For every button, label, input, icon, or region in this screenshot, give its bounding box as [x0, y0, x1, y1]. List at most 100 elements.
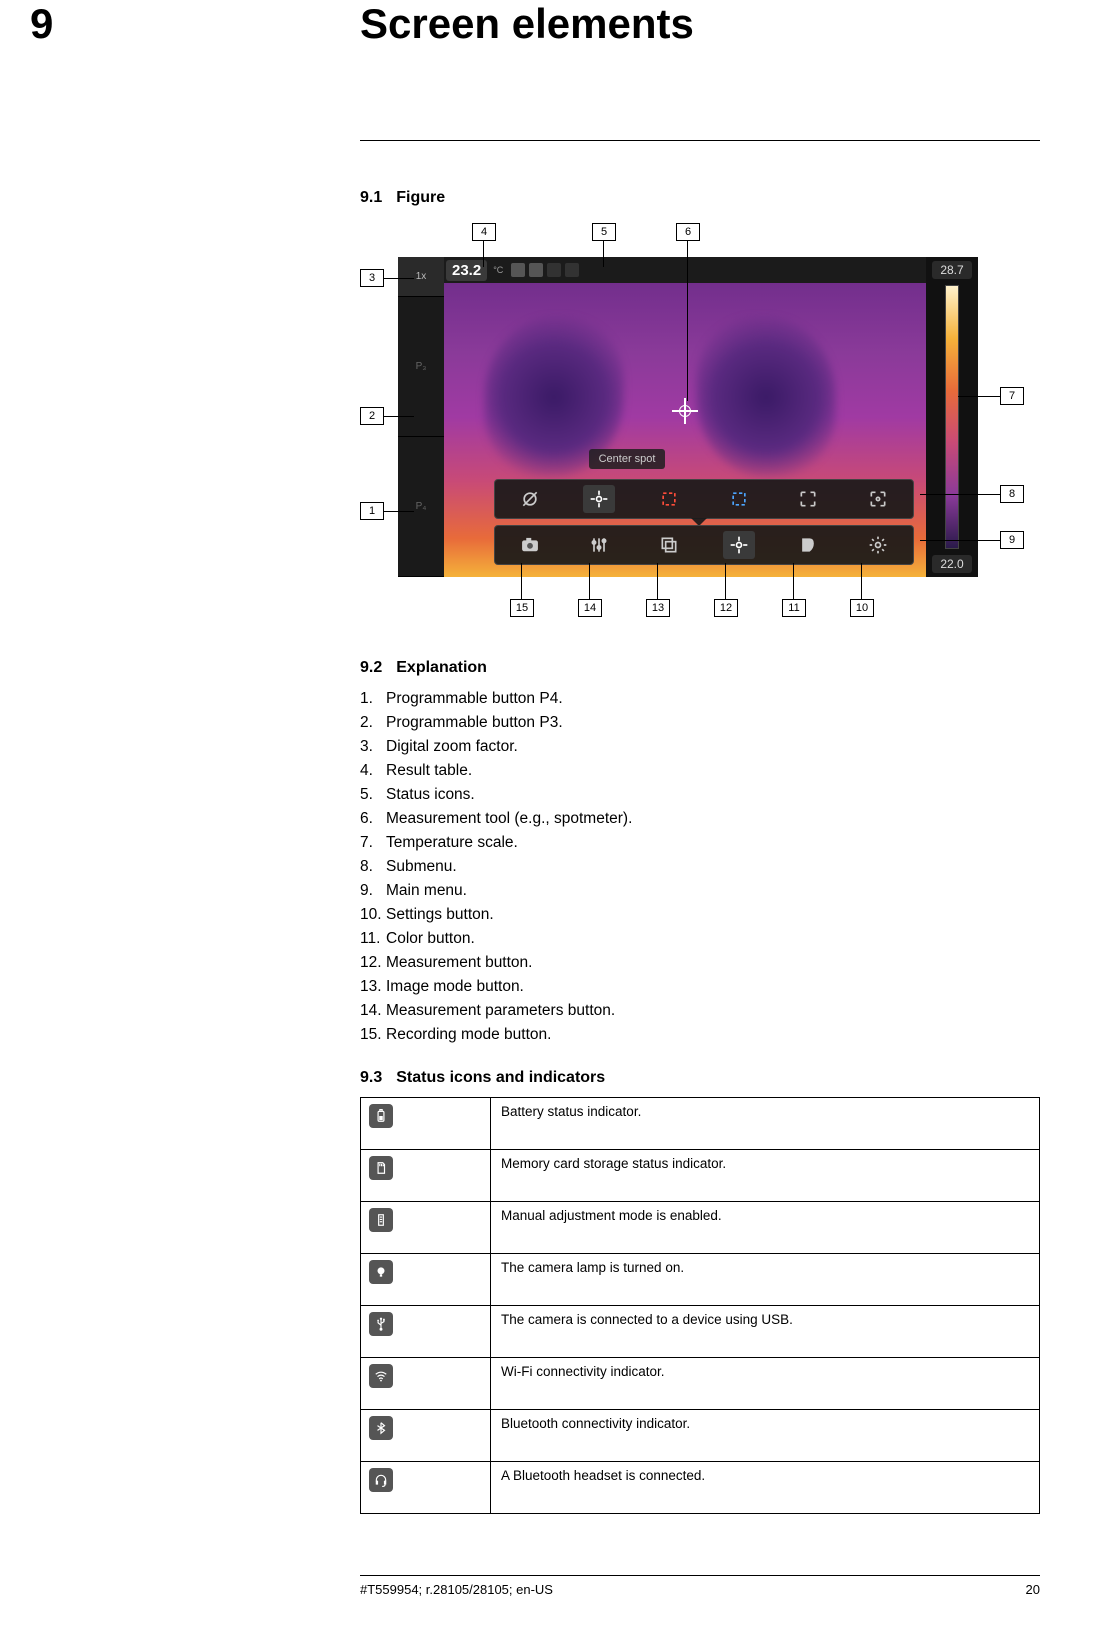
- callout-6: 6: [676, 223, 700, 241]
- bluetooth-icon: [369, 1416, 393, 1440]
- thermal-blob: [696, 317, 836, 477]
- color-button[interactable]: [792, 531, 824, 559]
- explanation-item: 14.Measurement parameters button.: [360, 999, 1040, 1023]
- explanation-item: 4.Result table.: [360, 759, 1040, 783]
- scale-gradient[interactable]: [945, 285, 959, 549]
- page-footer: #T559954; r.28105/28105; en-US 20: [360, 1575, 1040, 1597]
- measurement-button[interactable]: [723, 531, 755, 559]
- chapter-number: 9: [30, 0, 53, 48]
- callout-13: 13: [646, 599, 670, 617]
- icon-cell: [361, 1306, 491, 1358]
- explanation-item: 6.Measurement tool (e.g., spotmeter).: [360, 807, 1040, 831]
- wifi-icon: [369, 1364, 393, 1388]
- unit-label: °C: [489, 265, 507, 275]
- item-text: Programmable button P3.: [386, 711, 563, 735]
- description-cell: Wi-Fi connectivity indicator.: [491, 1358, 1040, 1410]
- hot-spot-icon[interactable]: [653, 485, 685, 513]
- callout-line: [384, 511, 414, 512]
- thermal-image: 23.2 °C Center spot: [444, 257, 926, 577]
- section-num: 9.3: [360, 1069, 382, 1086]
- description-cell: Battery status indicator.: [491, 1098, 1040, 1150]
- section-title: Figure: [396, 189, 445, 206]
- left-strip: 1x P₃ P₄: [398, 257, 444, 577]
- explanation-item: 8.Submenu.: [360, 855, 1040, 879]
- rule-top: [360, 140, 1040, 141]
- callout-line: [920, 494, 1000, 495]
- p4-button[interactable]: P₄: [398, 437, 444, 577]
- item-number: 9.: [360, 879, 386, 903]
- callout-line: [958, 396, 1000, 397]
- item-number: 5.: [360, 783, 386, 807]
- sdcard-icon: [529, 263, 543, 277]
- explanation-item: 15.Recording mode button.: [360, 1023, 1040, 1047]
- explanation-item: 12.Measurement button.: [360, 951, 1040, 975]
- callout-2: 2: [360, 407, 384, 425]
- footer-docid: #T559954; r.28105/28105; en-US: [360, 1582, 553, 1597]
- item-number: 6.: [360, 807, 386, 831]
- description-cell: The camera lamp is turned on.: [491, 1254, 1040, 1306]
- callout-11: 11: [782, 599, 806, 617]
- table-row: A Bluetooth headset is connected.: [361, 1462, 1040, 1514]
- icon-cell: [361, 1462, 491, 1514]
- section-num: 9.1: [360, 189, 382, 206]
- table-row: Battery status indicator.: [361, 1098, 1040, 1150]
- item-text: Measurement button.: [386, 951, 532, 975]
- description-cell: Bluetooth connectivity indicator.: [491, 1410, 1040, 1462]
- explanation-item: 2.Programmable button P3.: [360, 711, 1040, 735]
- sdcard-icon: [369, 1156, 393, 1180]
- description-cell: The camera is connected to a device usin…: [491, 1306, 1040, 1358]
- item-text: Temperature scale.: [386, 831, 518, 855]
- settings-button[interactable]: [862, 531, 894, 559]
- callout-line: [861, 563, 862, 599]
- spotmeter-icon[interactable]: [676, 402, 694, 420]
- recording-mode-button[interactable]: [514, 531, 546, 559]
- zoom-factor[interactable]: 1x: [398, 257, 444, 297]
- image-mode-button[interactable]: [653, 531, 685, 559]
- preset2-icon[interactable]: [862, 485, 894, 513]
- cold-spot-icon[interactable]: [723, 485, 755, 513]
- description-cell: A Bluetooth headset is connected.: [491, 1462, 1040, 1514]
- callout-line: [657, 563, 658, 599]
- callout-1: 1: [360, 502, 384, 520]
- no-measure-icon[interactable]: [514, 485, 546, 513]
- callout-14: 14: [578, 599, 602, 617]
- item-text: Submenu.: [386, 855, 457, 879]
- preset1-icon[interactable]: [792, 485, 824, 513]
- footer-pagenum: 20: [1026, 1582, 1040, 1597]
- item-number: 10.: [360, 903, 386, 927]
- item-number: 14.: [360, 999, 386, 1023]
- top-status-bar: 23.2 °C: [444, 257, 926, 283]
- main-menu: [494, 525, 914, 565]
- explanation-item: 1.Programmable button P4.: [360, 687, 1040, 711]
- callout-3: 3: [360, 269, 384, 287]
- item-number: 11.: [360, 927, 386, 951]
- table-row: Bluetooth connectivity indicator.: [361, 1410, 1040, 1462]
- callout-line: [687, 241, 688, 401]
- item-text: Programmable button P4.: [386, 687, 563, 711]
- callout-7: 7: [1000, 387, 1024, 405]
- table-row: Wi-Fi connectivity indicator.: [361, 1358, 1040, 1410]
- lamp-icon: [369, 1260, 393, 1284]
- item-number: 2.: [360, 711, 386, 735]
- scale-top-value: 28.7: [932, 261, 972, 279]
- headset-icon: [369, 1468, 393, 1492]
- explanation-item: 10.Settings button.: [360, 903, 1040, 927]
- section-title: Explanation: [396, 659, 487, 676]
- explanation-item: 7.Temperature scale.: [360, 831, 1040, 855]
- item-number: 1.: [360, 687, 386, 711]
- icon-cell: [361, 1202, 491, 1254]
- item-text: Main menu.: [386, 879, 467, 903]
- callout-line: [920, 540, 1000, 541]
- spot-icon[interactable]: [583, 485, 615, 513]
- section-explanation-heading: 9.2 Explanation: [360, 659, 1040, 677]
- item-number: 15.: [360, 1023, 386, 1047]
- section-num: 9.2: [360, 659, 382, 676]
- item-text: Image mode button.: [386, 975, 524, 999]
- icon-cell: [361, 1098, 491, 1150]
- usb-icon: [369, 1312, 393, 1336]
- callout-9: 9: [1000, 531, 1024, 549]
- explanation-list: 1.Programmable button P4.2.Programmable …: [360, 687, 1040, 1047]
- chapter-title: Screen elements: [360, 0, 694, 48]
- figure: 3 2 1 4 5 6 7 8 9 15 14 13 12 11 10: [360, 217, 1040, 637]
- measurement-params-button[interactable]: [583, 531, 615, 559]
